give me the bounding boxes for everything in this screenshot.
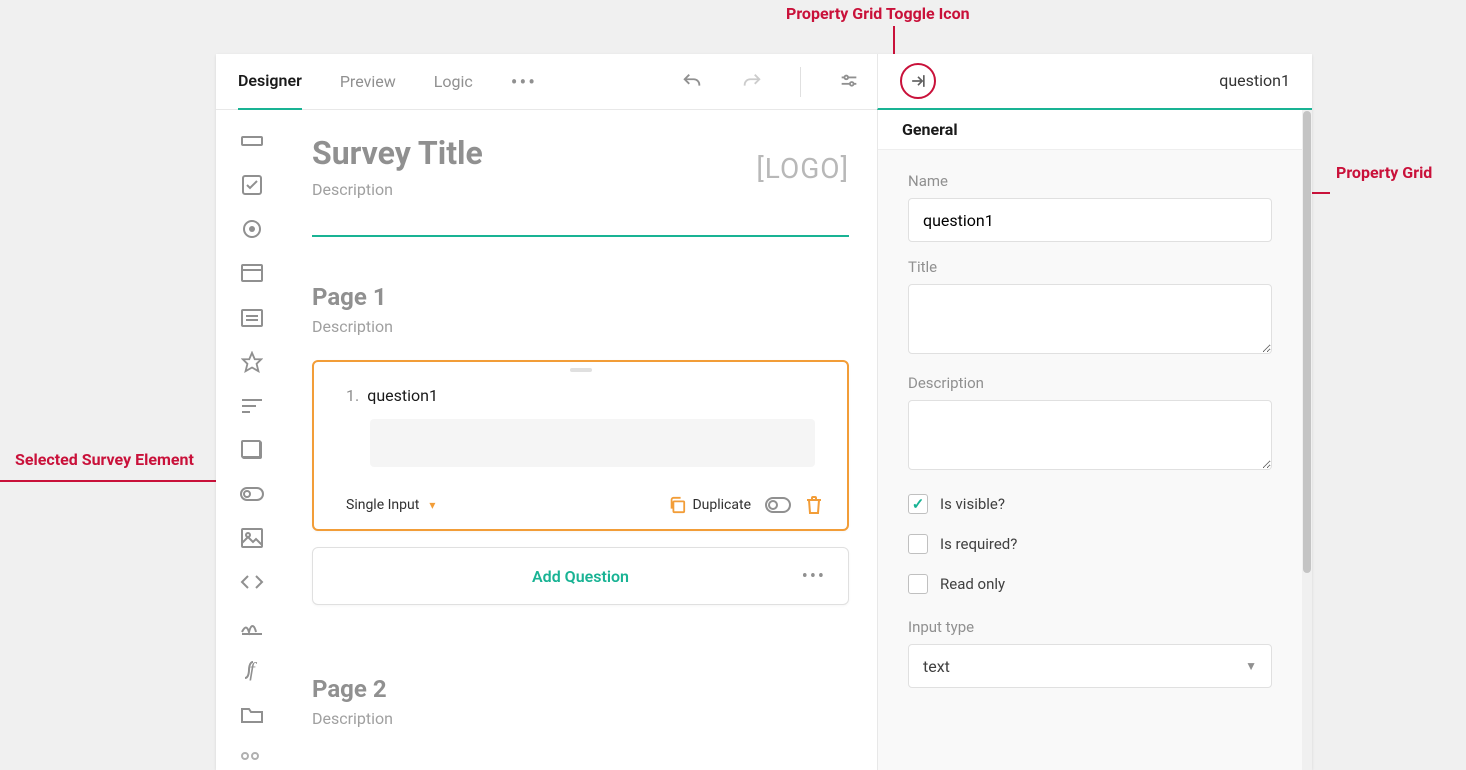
tool-rating-icon[interactable] <box>240 351 264 373</box>
annotation-selected-label: Selected Survey Element <box>15 450 194 469</box>
tool-radiogroup-icon[interactable] <box>240 218 264 240</box>
field-title: Title <box>908 258 1272 358</box>
duplicate-button[interactable]: Duplicate <box>668 496 751 514</box>
page-description[interactable]: Description <box>312 709 849 728</box>
question-number: 1. <box>346 386 359 405</box>
caret-down-icon: ▾ <box>429 498 435 512</box>
description-input[interactable] <box>908 400 1272 470</box>
tool-dropdown-icon[interactable] <box>240 262 264 284</box>
property-scrollbar[interactable] <box>1302 110 1312 770</box>
checkbox-required[interactable]: Is required? <box>908 534 1272 554</box>
tab-designer[interactable]: Designer <box>238 54 302 110</box>
tool-expression-icon[interactable]: f <box>240 660 264 682</box>
checkbox-icon <box>908 534 928 554</box>
tool-comment-icon[interactable] <box>240 307 264 329</box>
tool-single-input-icon[interactable] <box>240 130 264 152</box>
name-input[interactable] <box>908 198 1272 242</box>
add-question-button[interactable]: Add Question ••• <box>312 547 849 605</box>
tab-preview[interactable]: Preview <box>340 54 396 110</box>
survey-header[interactable]: Survey Title Description [LOGO] <box>312 134 849 237</box>
field-input-type: Input type text ▼ <box>908 618 1272 688</box>
toolbox: f <box>216 110 288 770</box>
question-title[interactable]: question1 <box>367 386 438 405</box>
tool-file-icon[interactable] <box>240 704 264 726</box>
page-2[interactable]: Page 2 Description <box>312 675 849 728</box>
title-input[interactable] <box>908 284 1272 354</box>
tool-signature-icon[interactable] <box>240 616 264 638</box>
trash-icon <box>805 495 823 515</box>
question-input-preview[interactable] <box>370 419 815 467</box>
settings-icon[interactable] <box>837 70 861 94</box>
tool-boolean-icon[interactable] <box>240 483 264 505</box>
page-1[interactable]: Page 1 Description 1. question1 Single I… <box>312 283 849 605</box>
property-header-title: question1 <box>1219 71 1290 90</box>
tabs: Designer Preview Logic ••• <box>216 54 537 110</box>
tool-matrix-icon[interactable] <box>240 748 264 770</box>
collapse-right-icon <box>908 71 928 91</box>
tool-image-icon[interactable] <box>240 527 264 549</box>
logo-placeholder[interactable]: [LOGO] <box>756 134 849 185</box>
property-section-general[interactable]: General <box>878 110 1302 150</box>
add-question-more[interactable]: ••• <box>802 566 826 587</box>
annotation-grid-label: Property Grid <box>1336 163 1432 182</box>
page-title[interactable]: Page 1 <box>312 283 849 311</box>
field-description: Description <box>908 374 1272 474</box>
checkbox-icon <box>908 494 928 514</box>
page-title[interactable]: Page 2 <box>312 675 849 703</box>
chevron-down-icon: ▼ <box>1245 659 1257 673</box>
delete-button[interactable] <box>805 495 823 515</box>
input-type-select[interactable]: text ▼ <box>908 644 1272 688</box>
annotation-toggle-label: Property Grid Toggle Icon <box>786 4 970 23</box>
copy-icon <box>668 496 686 514</box>
required-toggle[interactable] <box>765 497 791 513</box>
drag-handle[interactable] <box>314 362 847 378</box>
tool-ranking-icon[interactable] <box>240 395 264 417</box>
page-description[interactable]: Description <box>312 317 849 336</box>
redo-icon[interactable] <box>740 70 764 94</box>
survey-description[interactable]: Description <box>312 180 483 199</box>
tool-imagepicker-icon[interactable] <box>240 439 264 461</box>
checkbox-icon <box>908 574 928 594</box>
property-header: question1 <box>877 54 1312 110</box>
main: f Survey Title Description [LOGO] Page 1… <box>216 110 1312 770</box>
field-name: Name <box>908 172 1272 242</box>
tab-logic[interactable]: Logic <box>434 54 473 110</box>
tool-checkbox-icon[interactable] <box>240 174 264 196</box>
undo-icon[interactable] <box>680 70 704 94</box>
design-canvas[interactable]: Survey Title Description [LOGO] Page 1 D… <box>288 110 877 770</box>
question-footer: Single Input ▾ Duplicate <box>314 485 847 529</box>
survey-title[interactable]: Survey Title <box>312 134 483 172</box>
app-window: Designer Preview Logic ••• question1 <box>216 54 1312 770</box>
tab-more[interactable]: ••• <box>511 54 537 110</box>
toggle-icon <box>765 497 791 513</box>
property-grid-toggle[interactable] <box>900 63 936 99</box>
checkbox-readonly[interactable]: Read only <box>908 574 1272 594</box>
property-grid: General Name Title Description <box>877 110 1312 770</box>
question-type-selector[interactable]: Single Input ▾ <box>346 497 435 513</box>
checkbox-visible[interactable]: Is visible? <box>908 494 1272 514</box>
tool-html-icon[interactable] <box>240 571 264 593</box>
topbar: Designer Preview Logic ••• question1 <box>216 54 1312 110</box>
topbar-actions <box>680 67 877 97</box>
selected-question[interactable]: 1. question1 Single Input ▾ D <box>312 360 849 531</box>
